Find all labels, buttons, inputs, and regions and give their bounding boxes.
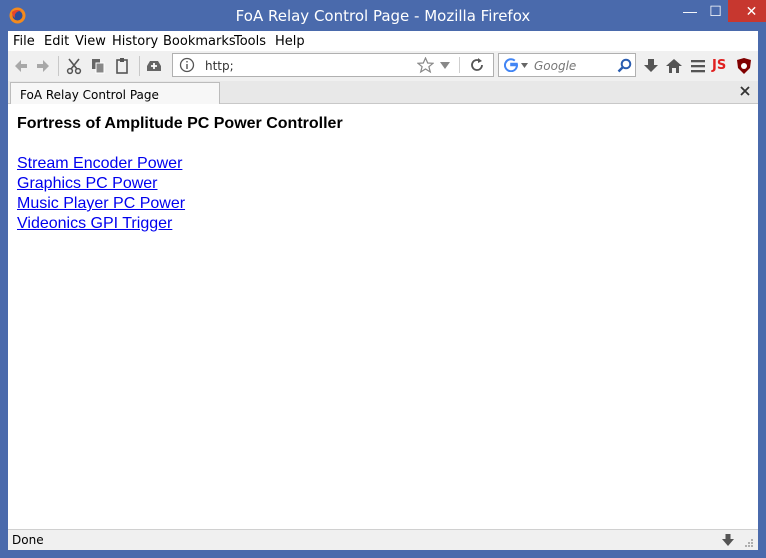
menu-history[interactable]: History [112,34,158,49]
navigation-toolbar: http; Google JS [8,51,758,81]
back-icon[interactable] [12,57,30,75]
upload-icon[interactable] [145,57,163,75]
download-icon[interactable] [642,57,660,75]
copy-icon[interactable] [89,57,107,75]
cut-icon[interactable] [65,57,83,75]
stream-encoder-power-link[interactable]: Stream Encoder Power [17,154,185,174]
browser-window: FoA Relay Control Page - Mozilla Firefox… [0,0,766,558]
search-bar[interactable]: Google [498,53,636,77]
page-content: Fortress of Amplitude PC Power Controlle… [8,104,758,529]
url-bar[interactable]: http; [172,53,494,77]
toolbar-separator [139,56,140,76]
browser-chrome: File Edit View History Bookmarks Tools H… [8,31,758,105]
reload-icon[interactable] [469,57,485,73]
page-title: Fortress of Amplitude PC Power Controlle… [17,115,343,132]
home-icon[interactable] [665,57,683,75]
menu-help[interactable]: Help [275,34,305,49]
status-download-icon[interactable] [721,533,735,547]
search-engine-dropdown-icon[interactable] [521,63,528,68]
menu-bar: File Edit View History Bookmarks Tools H… [8,31,758,51]
menu-icon[interactable] [689,57,707,75]
ublock-icon[interactable] [735,57,753,75]
toolbar-separator [58,56,59,76]
js-icon[interactable]: JS [712,58,726,73]
url-separator [459,57,460,73]
menu-tools[interactable]: Tools [234,34,266,49]
menu-edit[interactable]: Edit [44,34,69,49]
info-icon[interactable] [179,57,195,73]
videonics-gpi-trigger-link[interactable]: Videonics GPI Trigger [17,214,185,234]
bookmark-star-icon[interactable] [417,57,434,74]
dropdown-icon[interactable] [440,61,450,70]
search-icon[interactable] [617,58,632,73]
url-text[interactable]: http; [205,59,234,73]
link-list: Stream Encoder Power Graphics PC Power M… [17,154,185,234]
menu-file[interactable]: File [13,34,35,49]
forward-icon[interactable] [34,57,52,75]
window-title: FoA Relay Control Page - Mozilla Firefox [235,7,531,25]
title-bar[interactable]: FoA Relay Control Page - Mozilla Firefox… [0,0,766,31]
resize-grip-icon[interactable] [744,538,754,548]
status-bar: Done [8,529,758,550]
paste-icon[interactable] [113,57,131,75]
graphics-pc-power-link[interactable]: Graphics PC Power [17,174,185,194]
music-player-pc-power-link[interactable]: Music Player PC Power [17,194,185,214]
search-input[interactable]: Google [534,59,576,73]
tab-strip: FoA Relay Control Page [8,81,758,105]
minimize-button[interactable]: — [677,0,703,22]
tab-foa-relay-control[interactable]: FoA Relay Control Page [10,82,220,105]
tab-label: FoA Relay Control Page [20,88,159,102]
google-icon[interactable] [504,58,518,72]
menu-view[interactable]: View [75,34,106,49]
close-tab-icon[interactable] [740,86,750,96]
status-text: Done [12,533,44,547]
maximize-button[interactable]: ☐ [703,0,728,22]
close-window-button[interactable]: ✕ [728,0,766,22]
menu-bookmarks[interactable]: Bookmarks [163,34,236,49]
